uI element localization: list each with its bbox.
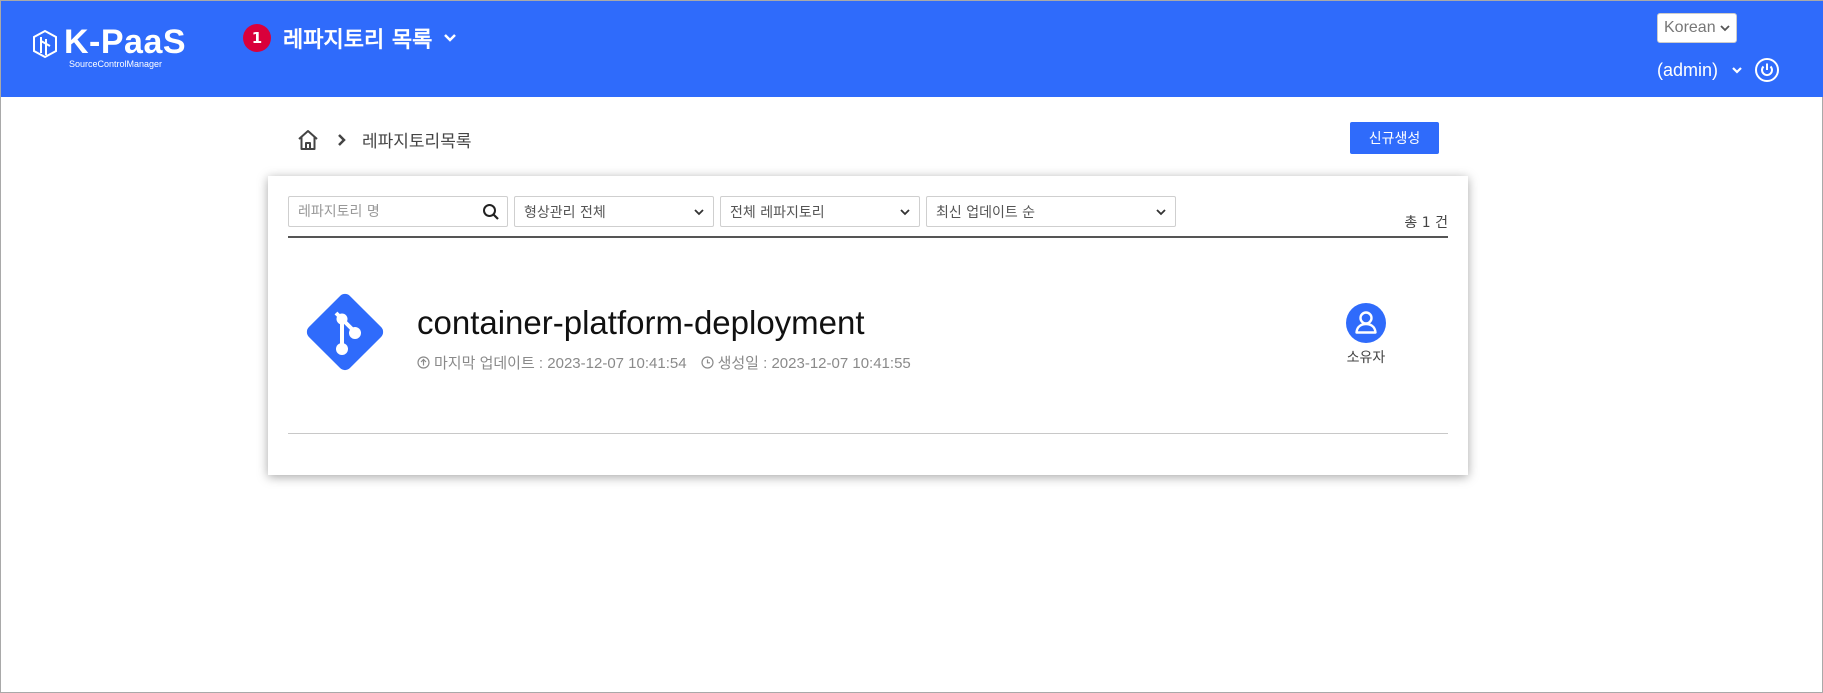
search-box xyxy=(288,196,508,227)
divider xyxy=(288,236,1448,238)
scm-type-value: 형상관리 전체 xyxy=(524,204,606,221)
upload-icon xyxy=(417,356,430,369)
breadcrumb-current: 레파지토리목록 xyxy=(362,132,472,152)
new-repository-button[interactable]: 신규생성 xyxy=(1350,122,1439,154)
power-icon[interactable] xyxy=(1754,57,1780,83)
clock-icon xyxy=(700,356,714,369)
chevron-down-icon xyxy=(1719,25,1730,32)
role-label: 소유자 xyxy=(1346,350,1386,366)
chevron-down-icon xyxy=(694,209,704,216)
repo-scope-select[interactable]: 전체 레파지토리 xyxy=(720,196,920,227)
repo-scope-value: 전체 레파지토리 xyxy=(730,204,825,221)
owner-role: 소유자 xyxy=(1340,303,1392,367)
logo-icon xyxy=(33,29,57,59)
sort-value: 최신 업데이트 순 xyxy=(936,204,1036,221)
last-update: 마지막 업데이트 : 2023-12-07 10:41:54 xyxy=(434,355,687,372)
sort-select[interactable]: 최신 업데이트 순 xyxy=(926,196,1176,227)
chevron-down-icon xyxy=(444,34,457,42)
language-value: Korean xyxy=(1664,19,1716,36)
total-count: 총 1 건 xyxy=(1404,215,1448,231)
search-input[interactable] xyxy=(289,197,507,226)
repository-list-card: 형상관리 전체 전체 레파지토리 최신 업데이트 순 총 1 건 xyxy=(268,176,1468,475)
chevron-down-icon xyxy=(1156,209,1166,216)
user-menu: (admin) xyxy=(1657,57,1780,83)
repository-meta: 마지막 업데이트 : 2023-12-07 10:41:54 생성일 : 202… xyxy=(417,352,911,373)
chevron-down-icon[interactable] xyxy=(1730,63,1744,77)
filter-bar: 형상관리 전체 전체 레파지토리 최신 업데이트 순 xyxy=(288,196,1176,227)
repository-name[interactable]: container-platform-deployment xyxy=(417,304,865,342)
logo[interactable]: K-PaaS SourceControlManager xyxy=(32,23,186,69)
logo-text: K-PaaS SourceControlManager xyxy=(64,23,186,69)
user-icon[interactable] xyxy=(1346,303,1386,343)
menu-title: 레파지토리 목록 xyxy=(283,28,433,53)
divider xyxy=(288,433,1448,434)
top-header: K-PaaS SourceControlManager 1 레파지토리 목록 K… xyxy=(1,1,1823,97)
user-name[interactable]: (admin) xyxy=(1657,60,1718,81)
chevron-down-icon xyxy=(900,209,910,216)
search-icon[interactable] xyxy=(482,203,500,221)
breadcrumb: 레파지토리목록 xyxy=(296,127,471,152)
notification-badge: 1 xyxy=(243,24,271,52)
scm-type-select[interactable]: 형상관리 전체 xyxy=(514,196,714,227)
list-item: container-platform-deployment 마지막 업데이트 :… xyxy=(302,289,1422,379)
git-icon xyxy=(306,293,384,371)
language-select[interactable]: Korean xyxy=(1657,13,1737,43)
menu-dropdown[interactable]: 1 레파지토리 목록 xyxy=(243,22,458,54)
created-date: 생성일 : 2023-12-07 10:41:55 xyxy=(717,355,911,372)
chevron-right-icon xyxy=(338,133,346,146)
logo-title: K-PaaS xyxy=(64,23,187,61)
home-icon[interactable] xyxy=(296,128,320,152)
